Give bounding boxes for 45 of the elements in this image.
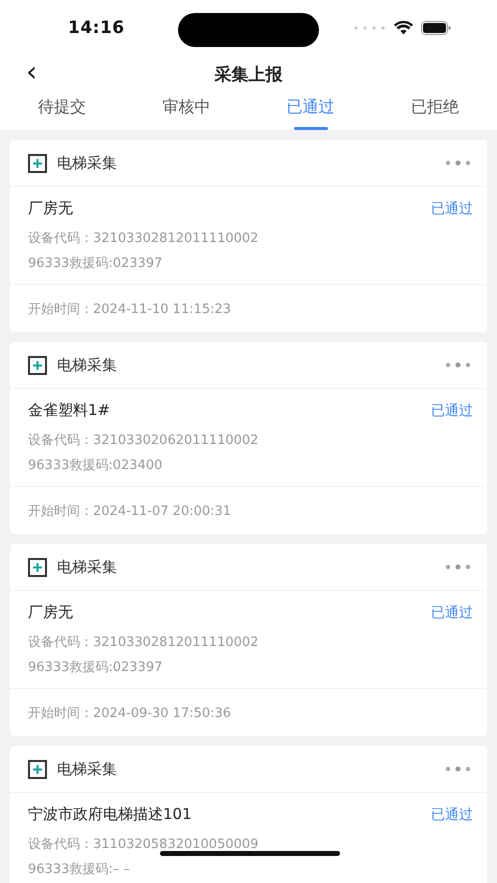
card-title: 电梯采集 bbox=[57, 154, 118, 172]
status-label: 已通过 bbox=[431, 604, 473, 622]
status-time: 14:16 bbox=[68, 18, 125, 38]
start-time: 开始时间：2024-11-10 11:15:23 bbox=[28, 302, 232, 317]
status-label: 已通过 bbox=[431, 200, 473, 218]
page-title: 采集上报 bbox=[214, 64, 282, 86]
card-title: 电梯采集 bbox=[57, 558, 118, 576]
record-card[interactable]: 电梯采集 金雀塑料1# 已通过 设备代码：32103302062011110002 96333救援码:023400 开始时间：2024-11-07 20:00:31 bbox=[10, 342, 487, 534]
tab[interactable]: 审核中 bbox=[124, 92, 248, 130]
device-code: 设备代码：32103302062011110002 bbox=[28, 432, 260, 449]
elevator-name: 厂房无 bbox=[28, 603, 73, 622]
battery-icon bbox=[421, 21, 451, 35]
status-label: 已通过 bbox=[431, 402, 473, 420]
rescue-code: 96333救援码:023397 bbox=[28, 659, 164, 676]
rescue-code: 96333救援码:023397 bbox=[28, 255, 164, 272]
more-icon[interactable] bbox=[445, 362, 471, 368]
rescue-code: 96333救援码:023400 bbox=[28, 457, 164, 474]
tab[interactable]: 已通过 bbox=[248, 92, 373, 130]
signal-icon bbox=[354, 26, 386, 30]
start-time: 开始时间：2024-09-30 17:50:36 bbox=[28, 706, 232, 721]
record-card[interactable]: 电梯采集 厂房无 已通过 设备代码：32103302812011110002 96333救援码:023397 开始时间：2024-11-10 11:15:23 bbox=[10, 140, 487, 332]
more-icon[interactable] bbox=[445, 564, 471, 570]
more-icon[interactable] bbox=[445, 766, 471, 772]
add-box-icon bbox=[28, 760, 47, 778]
record-card[interactable]: 电梯采集 厂房无 已通过 设备代码：32103302812011110002 96333救援码:023397 开始时间：2024-09-30 17:50:36 bbox=[10, 544, 487, 736]
device-code: 设备代码：32103302812011110002 bbox=[28, 230, 260, 247]
more-icon[interactable] bbox=[445, 160, 471, 166]
card-title: 电梯采集 bbox=[57, 760, 118, 778]
rescue-code: 96333救援码:– – bbox=[28, 861, 131, 878]
device-code: 设备代码：32103302812011110002 bbox=[28, 634, 260, 651]
device-code: 设备代码：31103205832010050009 bbox=[28, 836, 260, 853]
add-box-icon bbox=[28, 154, 47, 172]
status-label: 已通过 bbox=[431, 806, 473, 824]
wifi-icon bbox=[394, 21, 413, 35]
elevator-name: 宁波市政府电梯描述101 bbox=[28, 805, 192, 824]
start-time: 开始时间：2024-11-07 20:00:31 bbox=[28, 504, 232, 519]
card-title: 电梯采集 bbox=[57, 356, 118, 374]
elevator-name: 金雀塑料1# bbox=[28, 401, 110, 420]
tab[interactable]: 已拒绝 bbox=[372, 92, 497, 130]
elevator-name: 厂房无 bbox=[28, 199, 73, 218]
tab[interactable]: 待提交 bbox=[0, 92, 124, 130]
back-button[interactable]: ‹ bbox=[22, 58, 42, 86]
add-box-icon bbox=[28, 558, 47, 576]
record-card[interactable]: 电梯采集 宁波市政府电梯描述101 已通过 设备代码：31103205832010050009 96333救援码:– – bbox=[10, 746, 487, 883]
add-box-icon bbox=[28, 356, 47, 374]
